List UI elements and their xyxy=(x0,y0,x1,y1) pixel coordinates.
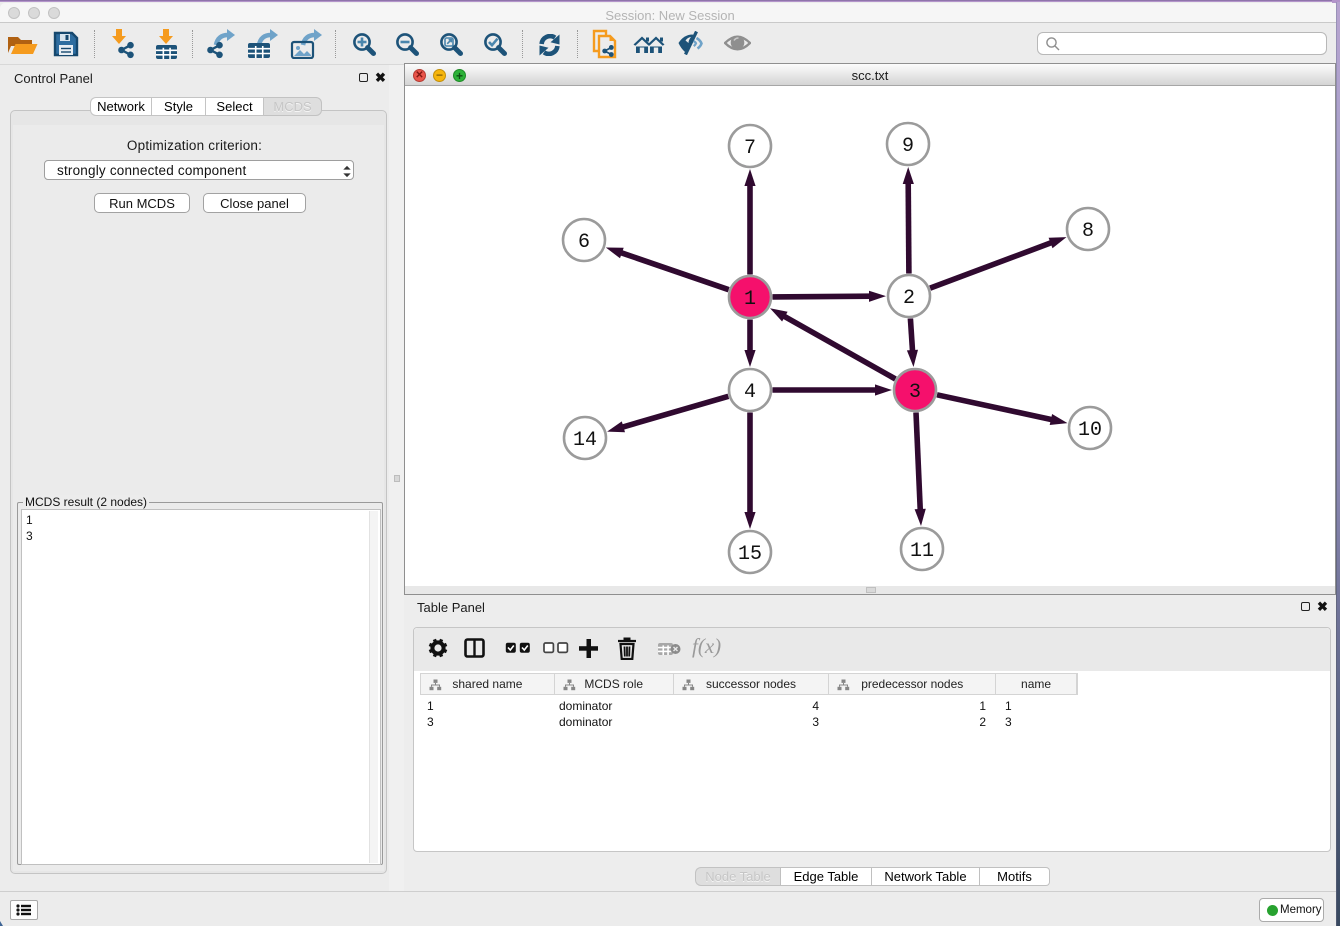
svg-text:1: 1 xyxy=(744,288,756,311)
svg-text:6: 6 xyxy=(578,231,590,254)
svg-text:2: 2 xyxy=(903,287,915,310)
svg-text:9: 9 xyxy=(902,135,914,158)
svg-text:7: 7 xyxy=(744,137,756,160)
svg-text:4: 4 xyxy=(744,381,756,404)
svg-text:8: 8 xyxy=(1082,220,1094,243)
svg-text:3: 3 xyxy=(909,381,921,404)
svg-text:10: 10 xyxy=(1078,419,1102,442)
svg-text:11: 11 xyxy=(910,540,934,563)
svg-text:15: 15 xyxy=(738,543,762,566)
svg-text:14: 14 xyxy=(573,429,597,452)
